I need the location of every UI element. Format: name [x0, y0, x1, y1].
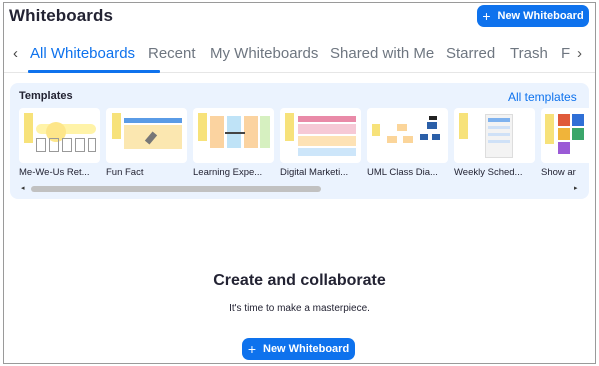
template-label: Show ar — [541, 167, 576, 178]
tabs-scroll-right-icon[interactable]: › — [577, 45, 582, 62]
template-card[interactable]: Weekly Sched... — [454, 108, 535, 178]
tab-all-whiteboards[interactable]: All Whiteboards — [30, 45, 135, 62]
template-label: Me-We-Us Ret... — [19, 167, 90, 178]
new-whiteboard-button[interactable]: + New Whiteboard — [477, 5, 589, 27]
template-thumbnail — [541, 108, 589, 163]
all-templates-link[interactable]: All templates — [508, 90, 577, 104]
templates-heading: Templates — [19, 90, 73, 102]
template-thumbnail — [19, 108, 100, 163]
empty-state-subtitle: It's time to make a masterpiece. — [229, 303, 370, 314]
templates-carousel: Me-We-Us Ret... Fun Fact Learning Expe..… — [10, 108, 589, 182]
tab-shared-with-me[interactable]: Shared with Me — [330, 45, 434, 62]
tab-bar: ‹ All Whiteboards Recent My Whiteboards … — [4, 39, 595, 73]
template-label: Digital Marketi... — [280, 167, 349, 178]
tab-my-whiteboards[interactable]: My Whiteboards — [210, 45, 318, 62]
tab-strip: ‹ All Whiteboards Recent My Whiteboards … — [4, 39, 572, 73]
template-card[interactable]: Me-We-Us Ret... — [19, 108, 100, 178]
template-label: Learning Expe... — [193, 167, 263, 178]
template-label: UML Class Dia... — [367, 167, 438, 178]
template-label: Fun Fact — [106, 167, 144, 178]
plus-icon: + — [247, 341, 256, 357]
template-card[interactable]: UML Class Dia... — [367, 108, 448, 178]
template-card[interactable]: Fun Fact — [106, 108, 187, 178]
tabs-scroll-left-icon[interactable]: ‹ — [13, 45, 18, 62]
scrollbar-track[interactable] — [31, 186, 569, 192]
template-card[interactable]: Digital Marketi... — [280, 108, 361, 178]
page-title: Whiteboards — [9, 6, 114, 25]
scrollbar-thumb[interactable] — [31, 186, 321, 192]
scroll-right-arrow-icon[interactable]: ▸ — [574, 184, 578, 192]
tab-starred[interactable]: Starred — [446, 45, 495, 62]
active-tab-indicator — [28, 70, 160, 73]
template-card[interactable]: Show ar — [541, 108, 589, 178]
template-thumbnail — [367, 108, 448, 163]
new-whiteboard-label: New Whiteboard — [497, 10, 584, 22]
tab-trash[interactable]: Trash — [510, 45, 548, 62]
empty-state-title: Create and collaborate — [213, 272, 386, 289]
template-thumbnail — [193, 108, 274, 163]
templates-scrollbar[interactable]: ◂ ▸ — [19, 184, 580, 194]
new-whiteboard-cta-button[interactable]: + New Whiteboard — [242, 338, 355, 360]
tab-recent[interactable]: Recent — [148, 45, 196, 62]
template-thumbnail — [454, 108, 535, 163]
tab-overflow[interactable]: F — [561, 45, 570, 62]
template-label: Weekly Sched... — [454, 167, 523, 178]
template-card[interactable]: Learning Expe... — [193, 108, 274, 178]
templates-panel: Templates All templates Me-We-Us Ret... — [10, 83, 589, 199]
whiteboards-page: Whiteboards + New Whiteboard ‹ All White… — [3, 2, 596, 364]
template-thumbnail — [280, 108, 361, 163]
scroll-left-arrow-icon[interactable]: ◂ — [21, 184, 25, 192]
template-thumbnail — [106, 108, 187, 163]
plus-icon: + — [482, 8, 491, 24]
new-whiteboard-cta-label: New Whiteboard — [263, 343, 350, 355]
